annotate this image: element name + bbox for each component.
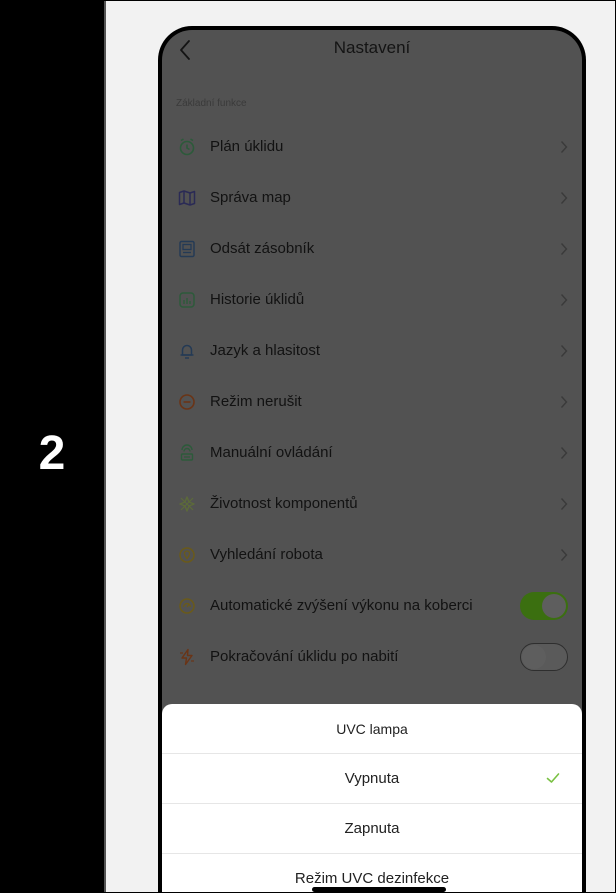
chevron-right-icon: [560, 497, 568, 510]
chevron-right-icon: [560, 548, 568, 561]
resume-cleaning-toggle[interactable]: [520, 642, 568, 671]
home-indicator: [312, 887, 446, 892]
settings-row-vyhledani-robota[interactable]: Vyhledání robota: [162, 529, 582, 580]
do-not-disturb-icon: [179, 393, 195, 410]
settings-row-label: Plán úklidu: [210, 137, 284, 155]
chevron-right-icon: [560, 140, 568, 153]
settings-row-label: Vyhledání robota: [210, 545, 323, 563]
chevron-right-icon: [560, 293, 568, 306]
settings-row-zivotnost-komponentu[interactable]: Životnost komponentů: [162, 478, 582, 529]
section-label: Základní funkce: [176, 98, 247, 109]
chevron-right-icon: [560, 191, 568, 204]
option-label: Zapnuta: [344, 820, 400, 837]
toggle-knob: [522, 644, 546, 669]
sheet-title: UVC lampa: [162, 704, 582, 754]
settings-row-label: Životnost komponentů: [210, 494, 358, 512]
clock-icon: [179, 137, 195, 155]
components-icon: [179, 495, 195, 512]
settings-row-label: Jazyk a hlasitost: [210, 341, 321, 359]
settings-row-label: Automatické zvýšení výkonu na koberci: [210, 596, 473, 614]
option-label: Vypnuta: [344, 770, 400, 787]
settings-row-odsat-zasobnik[interactable]: Odsát zásobník: [162, 223, 582, 274]
option-zapnuta[interactable]: Zapnuta: [162, 804, 582, 854]
settings-row-label: Odsát zásobník: [210, 239, 315, 257]
chevron-right-icon: [560, 395, 568, 408]
history-icon: [179, 291, 195, 308]
screen: Nastavení Základní funkce Plán úklidu Sp…: [162, 30, 582, 892]
settings-row-label: Pokračování úklidu po nabití: [210, 647, 399, 665]
settings-row-plan-uklidu[interactable]: Plán úklidu: [162, 121, 582, 172]
step-bar: 2: [0, 0, 104, 893]
settings-row-manualni-ovladani[interactable]: Manuální ovládání: [162, 427, 582, 478]
page-title: Nastavení: [333, 38, 411, 57]
settings-row-label: Manuální ovládání: [210, 443, 333, 461]
option-vypnuta[interactable]: Vypnuta: [162, 754, 582, 804]
dustbin-icon: [179, 240, 195, 257]
carpet-boost-icon: [179, 597, 195, 614]
toggle-knob: [542, 593, 566, 618]
settings-row-rezim-nerusit[interactable]: Režim nerušit: [162, 376, 582, 427]
settings-row-sprava-map[interactable]: Správa map: [162, 172, 582, 223]
chevron-right-icon: [560, 242, 568, 255]
settings-row-jazyk-hlasitost[interactable]: Jazyk a hlasitost: [162, 325, 582, 376]
settings-row-resume-after-charge: Pokračování úklidu po nabití: [162, 631, 582, 682]
step-number: 2: [38, 427, 66, 480]
map-icon: [178, 189, 196, 206]
chevron-right-icon: [560, 446, 568, 459]
bell-icon: [180, 344, 194, 359]
settings-row-historie-uklidu[interactable]: Historie úklidů: [162, 274, 582, 325]
settings-row-label: Správa map: [210, 188, 291, 206]
uvc-lamp-sheet: UVC lampa Vypnuta Zapnuta Režim UVC dezi…: [162, 704, 582, 892]
phone-frame: Nastavení Základní funkce Plán úklidu Sp…: [158, 26, 586, 892]
charging-icon: [180, 648, 194, 665]
settings-row-label: Režim nerušit: [210, 392, 302, 410]
settings-row-label: Historie úklidů: [210, 290, 305, 308]
carpet-boost-toggle[interactable]: [520, 591, 568, 620]
location-pin-icon: [179, 546, 195, 563]
remote-control-icon: [180, 443, 194, 461]
checkmark-icon: [546, 773, 560, 783]
app-header: Nastavení: [162, 30, 582, 74]
chevron-right-icon: [560, 344, 568, 357]
settings-row-auto-carpet-boost: Automatické zvýšení výkonu na koberci: [162, 580, 582, 631]
